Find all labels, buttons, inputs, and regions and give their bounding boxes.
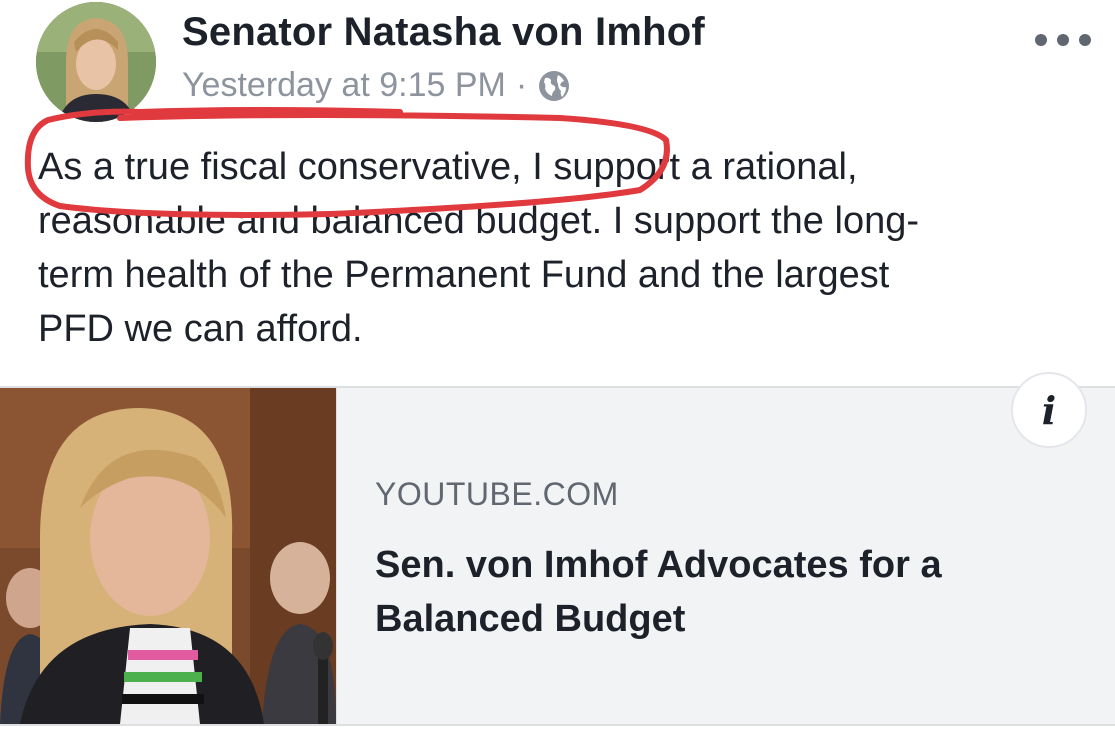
post-meta: Yesterday at 9:15 PM · xyxy=(182,66,571,105)
link-body[interactable]: YOUTUBE.COM Sen. von Imhof Advocates for… xyxy=(336,372,1115,724)
link-thumbnail[interactable] xyxy=(0,388,336,724)
link-domain: YOUTUBE.COM xyxy=(375,476,619,512)
info-icon[interactable]: i xyxy=(1011,372,1087,448)
link-preview-card[interactable]: YOUTUBE.COM Sen. von Imhof Advocates for… xyxy=(0,372,1115,726)
avatar[interactable] xyxy=(36,2,156,122)
more-dot xyxy=(1035,34,1047,46)
post-timestamp[interactable]: Yesterday at 9:15 PM xyxy=(182,66,506,105)
meta-separator: · xyxy=(515,66,528,104)
post-text: As a true fiscal conservative, I support… xyxy=(38,140,1088,356)
post-text-line: As a true fiscal conservative, I support… xyxy=(38,146,858,188)
more-dot xyxy=(1057,34,1069,46)
link-title[interactable]: Sen. von Imhof Advocates for a Balanced … xyxy=(375,538,1075,646)
globe-icon xyxy=(537,69,571,103)
avatar-image xyxy=(36,2,156,122)
woman-speaking-thumbnail xyxy=(0,388,336,724)
post-text-line: term health of the Permanent Fund and th… xyxy=(38,254,890,296)
more-dot xyxy=(1079,34,1091,46)
post-text-line: PFD we can afford. xyxy=(38,308,363,350)
post-text-line: reasonable and balanced budget. I suppor… xyxy=(38,200,919,242)
author-name[interactable]: Senator Natasha von Imhof xyxy=(182,10,705,55)
more-options-icon[interactable] xyxy=(1035,28,1091,52)
